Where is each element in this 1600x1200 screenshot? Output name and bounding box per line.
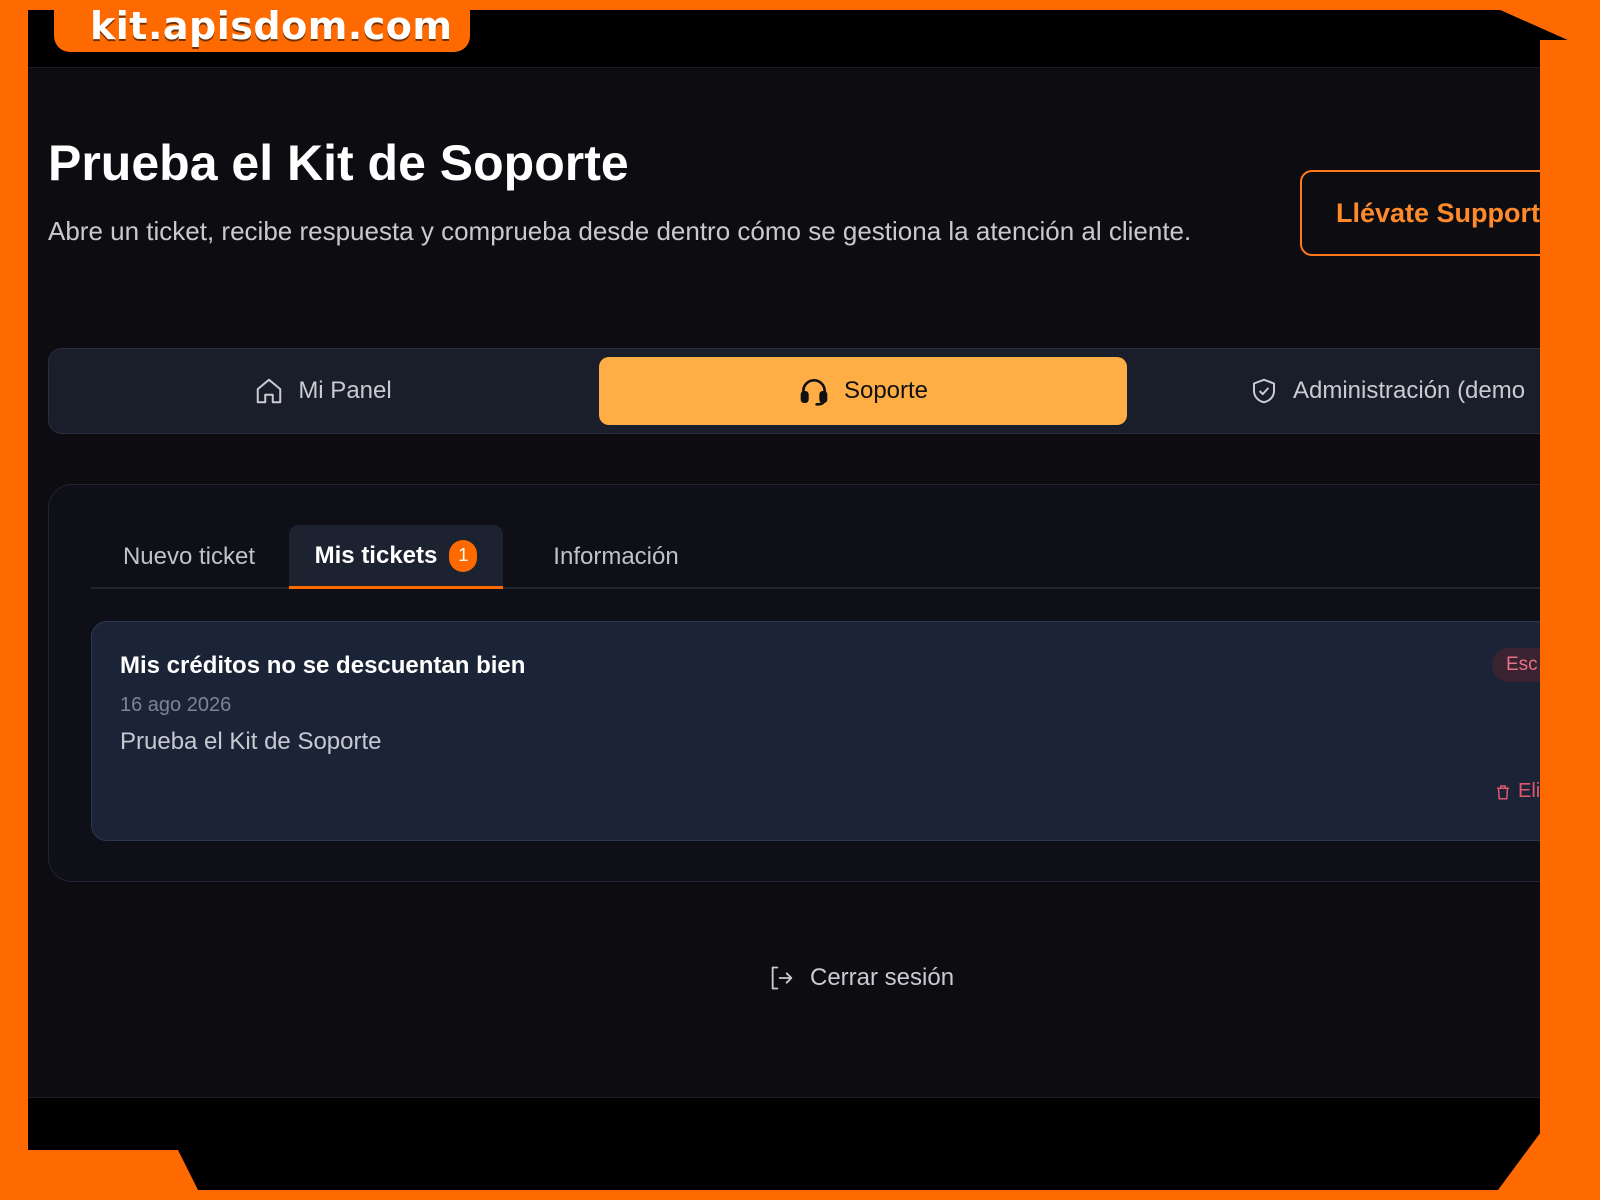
app-screen: Prueba el Kit de Soporte Abre un ticket,… bbox=[28, 10, 1572, 1190]
ticket-item[interactable]: Mis créditos no se descuentan bien 16 ag… bbox=[91, 621, 1572, 841]
nav-label: Mi Panel bbox=[298, 377, 392, 404]
main-nav: Mi Panel Soporte Administración (demo bbox=[48, 348, 1572, 434]
support-card: Nuevo ticket Mis tickets 1 Información M… bbox=[48, 484, 1572, 882]
shield-check-icon bbox=[1253, 378, 1275, 404]
nav-item-mi-panel[interactable]: Mi Panel bbox=[57, 357, 589, 425]
tab-label: Mis tickets bbox=[314, 541, 438, 569]
trash-icon bbox=[1497, 784, 1509, 799]
frame-edge bbox=[1540, 40, 1600, 1200]
logout-icon bbox=[771, 966, 793, 990]
nav-label: Soporte bbox=[843, 377, 929, 404]
support-tabs: Nuevo ticket Mis tickets 1 Información bbox=[91, 525, 1572, 589]
page-subtitle: Abre un ticket, recibe respuesta y compr… bbox=[48, 216, 1192, 246]
ticket-description: Prueba el Kit de Soporte bbox=[120, 728, 382, 755]
brand-tag: kit.apisdom.com bbox=[54, 0, 470, 52]
ticket-date: 16 ago 2026 bbox=[120, 694, 232, 716]
nav-item-administracion[interactable]: Administración (demo bbox=[1139, 357, 1572, 425]
tab-mis-tickets[interactable]: Mis tickets 1 bbox=[289, 525, 503, 589]
delete-ticket-button[interactable]: Eli bbox=[1494, 780, 1540, 803]
get-support-kit-button[interactable]: Llévate Support Ki bbox=[1300, 170, 1572, 256]
nav-item-soporte[interactable]: Soporte bbox=[599, 357, 1127, 425]
brand-domain: kit.apisdom.com bbox=[90, 4, 453, 48]
home-icon bbox=[257, 378, 282, 404]
tab-informacion[interactable]: Información bbox=[511, 525, 721, 589]
logout-button[interactable]: Cerrar sesión bbox=[768, 964, 954, 992]
ticket-title: Mis créditos no se descuentan bien bbox=[120, 652, 526, 679]
ticket-count-badge: 1 bbox=[449, 539, 478, 572]
nav-label: Administración (demo bbox=[1293, 377, 1526, 404]
tab-nuevo-ticket[interactable]: Nuevo ticket bbox=[91, 525, 287, 589]
page-title: Prueba el Kit de Soporte bbox=[48, 135, 629, 191]
main-content: Prueba el Kit de Soporte Abre un ticket,… bbox=[28, 68, 1572, 1098]
delete-label: Eli bbox=[1518, 780, 1541, 802]
logout-label: Cerrar sesión bbox=[810, 964, 955, 991]
headset-icon bbox=[800, 379, 828, 406]
